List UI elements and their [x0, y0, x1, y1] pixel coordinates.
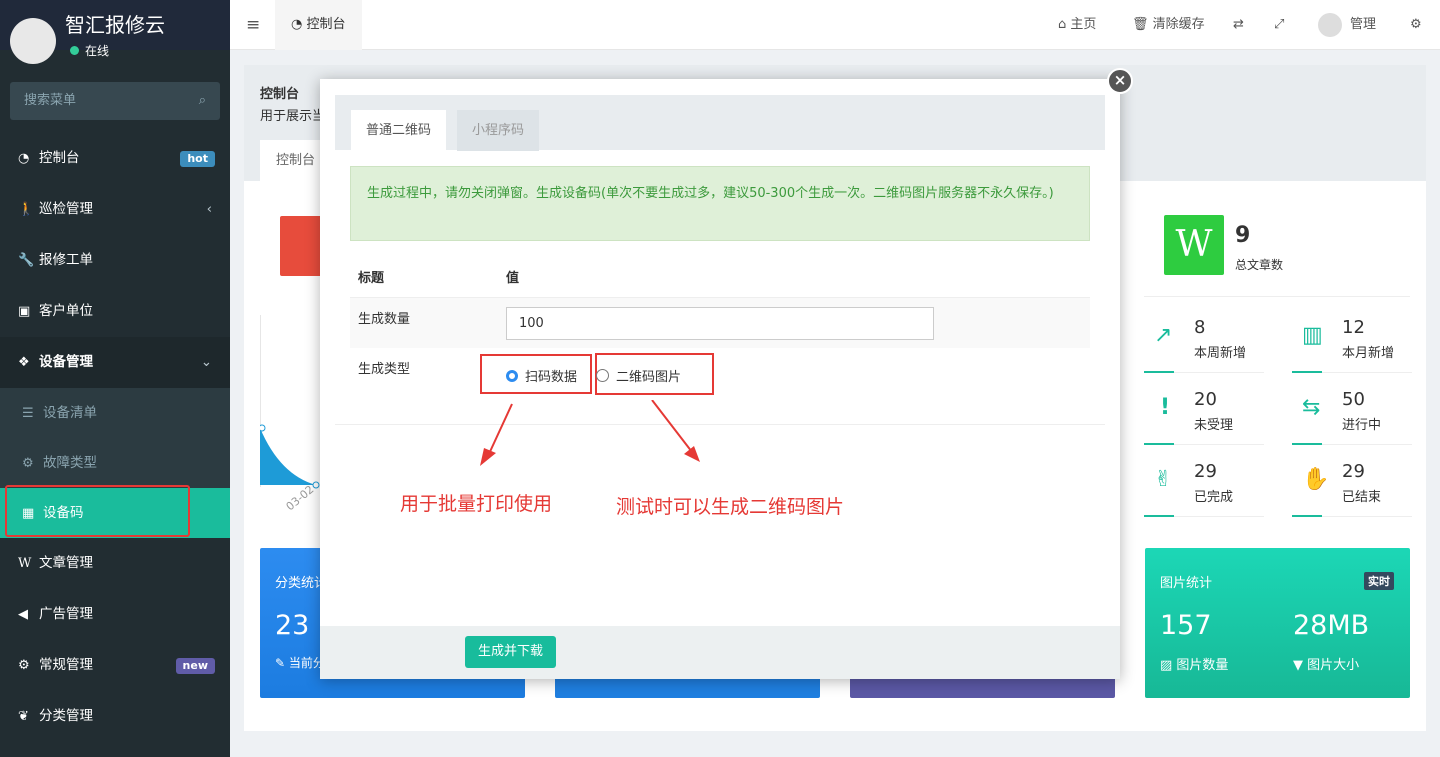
dashboard-icon: ◔ [18, 151, 30, 166]
x-tick-label: 03-02 [284, 483, 317, 514]
picture-stat-card: 图片统计 实时 157 28MB ▨ 图片数量 ▼ 图片大小 [1145, 548, 1410, 698]
sidebar: 智汇报修云 在线 搜索菜单 ⌕ ◔ 控制台 hot 🚶 巡检管理 ‹ 🔧 报修工单 ▣ 客户单… [0, 0, 230, 757]
stat-closed: ✋ 29 已结束 [1292, 461, 1412, 521]
clear-cache-button[interactable]: 🗑 清除缓存 [1132, 0, 1205, 50]
users-stat-icon [280, 216, 324, 276]
tab-normal-qrcode[interactable]: 普通二维码 [351, 110, 447, 151]
line-chart-icon: ↗ [1154, 323, 1173, 348]
device-code-modal: 普通二维码 小程序码 生成过程中，请勿关闭弹窗。生成设备码(单次不要生成过多，建… [320, 79, 1120, 679]
close-icon[interactable]: × [1107, 68, 1133, 94]
cogs-icon: ⚙ [22, 456, 34, 471]
article-count-label: 总文章数 [1235, 258, 1284, 272]
radio-unchecked-icon [596, 369, 609, 382]
wordpress-icon: W [18, 556, 32, 571]
radio-scan-data[interactable]: 扫码数据 [506, 366, 577, 385]
online-status: 在线 [70, 42, 109, 59]
sidebar-item-dashboard[interactable]: ◔ 控制台 hot [0, 133, 230, 184]
dashboard-icon: ◔ [291, 17, 307, 32]
line-chart-fragment: 03-02 [260, 315, 320, 514]
walk-icon: 🚶 [18, 202, 35, 217]
sidebar-item-repair-orders[interactable]: 🔧 报修工单 [0, 235, 230, 286]
status-dot-icon [70, 46, 79, 55]
bar-chart-icon: ▥ [1302, 323, 1323, 348]
stat-month-new: ▥ 12 本月新增 [1292, 317, 1412, 377]
chevron-left-icon: ‹ [206, 201, 212, 217]
page-title: 控制台 [260, 87, 300, 102]
filter-icon: ▼ [1293, 658, 1308, 673]
leaf-icon: ❦ [18, 709, 29, 724]
exclamation-icon: ! [1160, 395, 1171, 420]
modal-footer [320, 626, 1120, 679]
annotation-batch-print: 用于批量打印使用 [400, 493, 553, 515]
list-icon: ☰ [22, 406, 34, 421]
chevron-down-icon: ⌄ [200, 354, 212, 370]
retweet-icon: ⇆ [1302, 395, 1321, 420]
top-navbar: ≡ ◔ 控制台 ⌂ 主页 🗑 清除缓存 ⇄ ⤢ 管理 ⚙ [230, 0, 1440, 50]
generate-count-input[interactable]: 100 [506, 307, 934, 340]
trash-icon: 🗑 [1132, 17, 1153, 32]
sidebar-item-fault-types[interactable]: ⚙ 故障类型 [0, 438, 230, 488]
avatar [10, 18, 56, 64]
sidebar-item-inspection[interactable]: 🚶 巡检管理 ‹ [0, 184, 230, 235]
peace-hand-icon: ✌ [1154, 467, 1173, 492]
language-icon[interactable]: ⇄ [1233, 0, 1244, 50]
radio-qrcode-image[interactable]: 二维码图片 [596, 366, 681, 385]
handshake-icon: ✋ [1302, 467, 1330, 492]
stat-unaccepted: ! 20 未受理 [1144, 389, 1264, 449]
radio-checked-icon [506, 370, 518, 382]
sidebar-menu: ◔ 控制台 hot 🚶 巡检管理 ‹ 🔧 报修工单 ▣ 客户单位 ❖ 设备管理 ⌄ ☰ 设备清单 … [0, 133, 230, 742]
menu-toggle-icon[interactable]: ≡ [246, 0, 260, 50]
divider [1144, 296, 1410, 297]
settings-gear-icon[interactable]: ⚙ [1410, 0, 1422, 50]
home-icon: ⌂ [1058, 17, 1071, 32]
magic-icon: ✎ [275, 656, 289, 670]
address-book-icon: ▣ [18, 304, 31, 319]
stat-week-new: ↗ 8 本周新增 [1144, 317, 1264, 377]
modal-tabs: 普通二维码 小程序码 [335, 95, 1105, 151]
highlight-box-device-code [5, 485, 190, 537]
home-link[interactable]: ⌂ 主页 [1058, 0, 1096, 50]
hot-badge: hot [180, 151, 215, 167]
search-icon: ⌕ [198, 93, 206, 108]
annotation-arrows [480, 400, 700, 466]
sidebar-item-general[interactable]: ⚙ 常规管理 new [0, 640, 230, 691]
user-panel: 在线 [10, 18, 210, 64]
volume-icon: ◀ [18, 607, 28, 622]
user-menu[interactable]: 管理 [1318, 0, 1376, 50]
stat-completed: ✌ 29 已完成 [1144, 461, 1264, 521]
sidebar-item-categories[interactable]: ❦ 分类管理 [0, 691, 230, 742]
generate-download-button[interactable]: 生成并下载 [465, 636, 557, 668]
cubes-icon: ❖ [18, 355, 30, 370]
wordpress-logo-icon: W [1164, 215, 1224, 275]
table-row-count: 生成数量 100 [350, 297, 1090, 348]
new-badge: new [175, 658, 215, 674]
tab-dashboard[interactable]: ◔ 控制台 [275, 0, 362, 50]
stat-in-progress: ⇆ 50 进行中 [1292, 389, 1412, 449]
avatar [1318, 12, 1342, 37]
article-count: 9 [1235, 223, 1251, 248]
sidebar-item-ads[interactable]: ◀ 广告管理 [0, 589, 230, 640]
menu-search-input[interactable]: 搜索菜单 ⌕ [10, 82, 220, 120]
fullscreen-icon[interactable]: ⤢ [1274, 0, 1284, 50]
tab-miniprogram-code[interactable]: 小程序码 [457, 110, 540, 151]
sidebar-item-customers[interactable]: ▣ 客户单位 [0, 286, 230, 337]
annotation-test-qrcode: 测试时可以生成二维码图片 [616, 496, 845, 518]
table-header: 标题 值 [358, 271, 520, 286]
sidebar-item-equipment-list[interactable]: ☰ 设备清单 [0, 388, 230, 438]
cogs-icon: ⚙ [18, 658, 30, 673]
info-alert: 生成过程中，请勿关闭弹窗。生成设备码(单次不要生成过多，建议50-300个生成一… [350, 166, 1090, 241]
sidebar-item-equipment[interactable]: ❖ 设备管理 ⌄ [0, 337, 230, 388]
wrench-icon: 🔧 [18, 253, 35, 268]
image-icon: ▨ [1160, 658, 1177, 673]
page-description: 用于展示当 [260, 109, 326, 124]
realtime-badge: 实时 [1364, 572, 1394, 590]
sidebar-item-articles[interactable]: W 文章管理 [0, 538, 230, 589]
